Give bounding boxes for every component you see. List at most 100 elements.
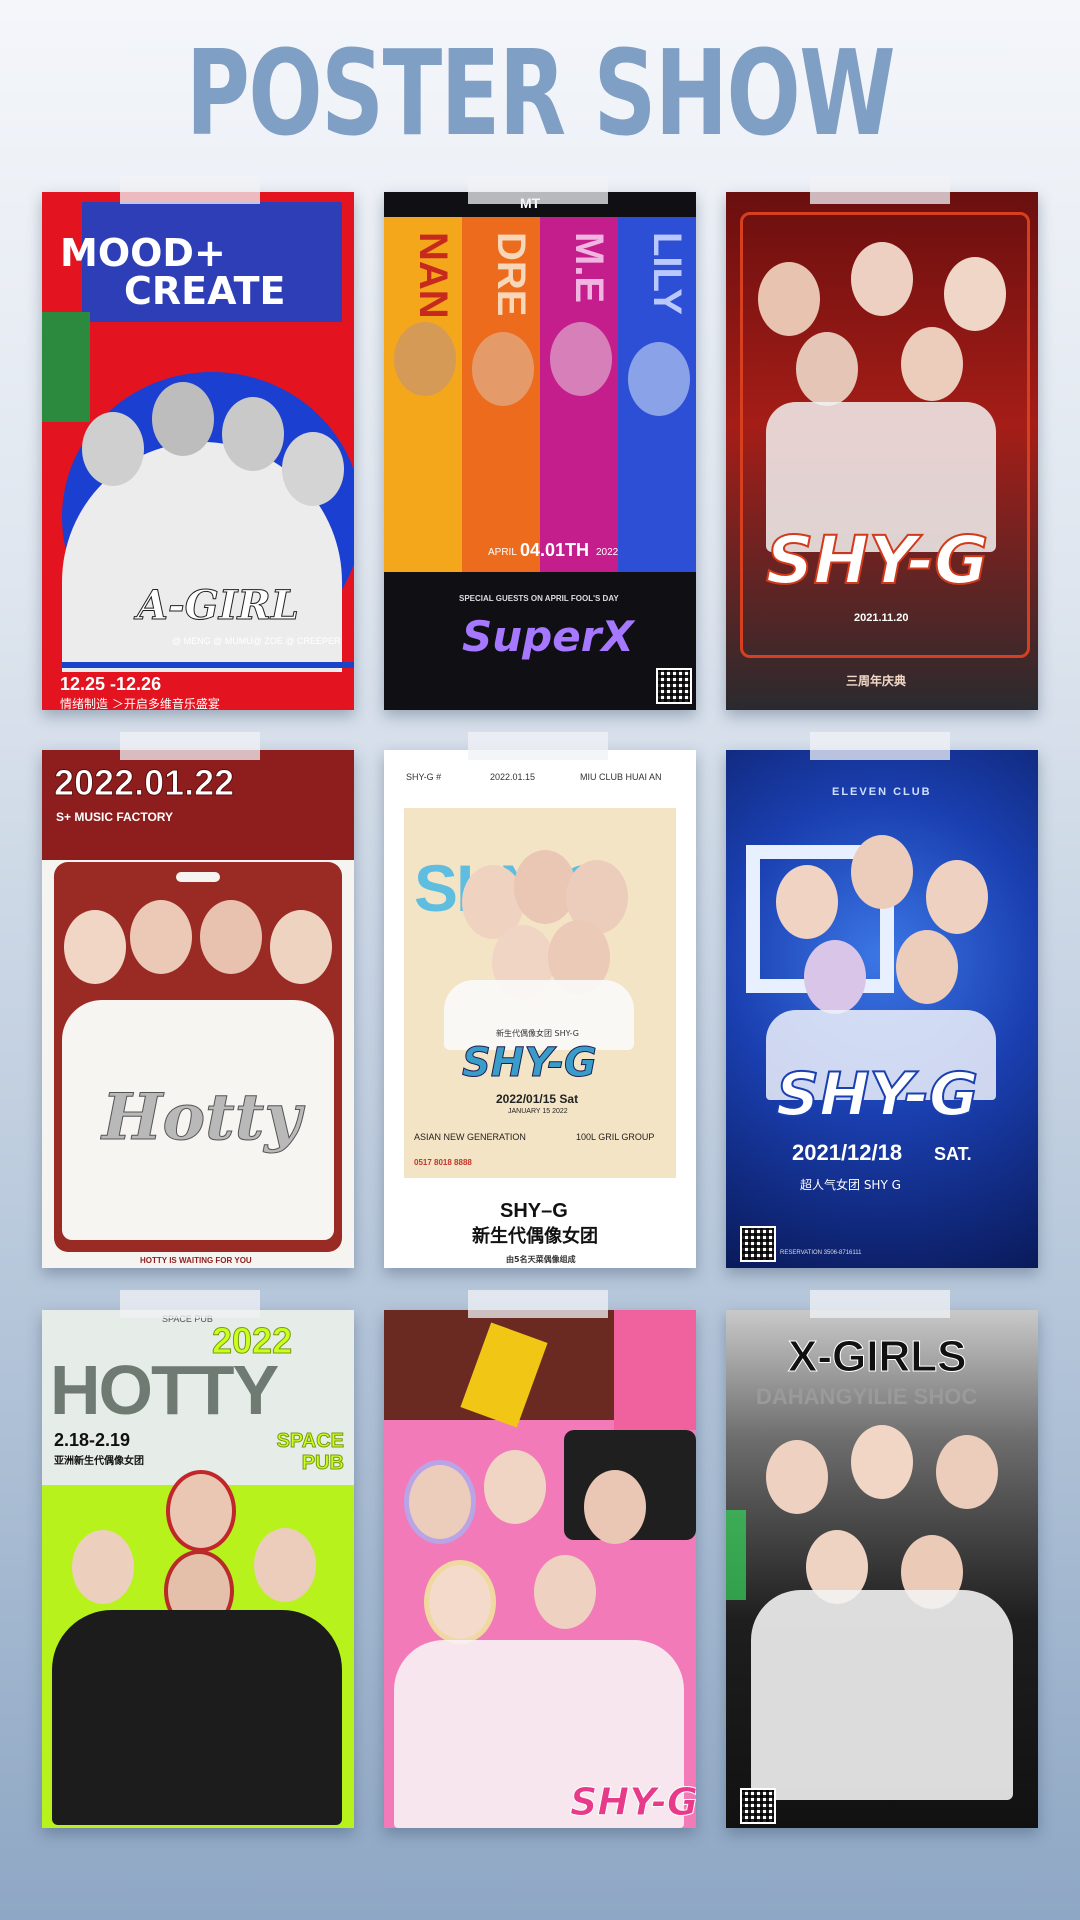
member-photo [804,940,866,1014]
member-photo [796,332,858,406]
poster-bar [62,662,354,668]
poster-shy-g-anniversary[interactable]: SHY-G 2021.11.20 三周年庆典 [726,192,1038,710]
member-photo [534,1555,596,1629]
poster-footer: HOTTY IS WAITING FOR YOU [140,1256,252,1265]
member-photo [766,1440,828,1514]
anniversary-caption: 三周年庆典 [846,674,907,688]
member-photo [152,382,214,456]
outfit-area [52,1610,342,1825]
poster-hotty-space-pub[interactable]: SPACE PUB 2022 HOTTY 2.18-2.19 亚洲新生代偶像女团… [42,1310,354,1828]
brand-logo: SHY-G [775,1059,979,1131]
poster-super-x[interactable]: MT NAN DRE M.E LILY APRIL 04.01TH 2022 S… [384,192,696,710]
member-photo [936,1435,998,1509]
page-title: POSTER SHOW [185,24,896,162]
member-photo [166,1470,236,1552]
brand-logo: X-GIRLS [787,1332,967,1382]
event-date-en: JANUARY 15 2022 [508,1108,568,1115]
member-photo [82,412,144,486]
poster-caption: 超人气女团 SHY G [800,1178,901,1192]
member-photo [851,835,913,909]
member-photo [394,322,456,396]
event-date: 2021/12/18 [792,1140,903,1165]
guests-line: SPECIAL GUESTS ON APRIL FOOL'S DAY [459,594,619,603]
member-photo [896,930,958,1004]
header-text: SHY-G # [406,772,442,782]
member-photo [851,242,913,316]
tape-decoration [468,732,608,760]
poster-hotty-music-factory[interactable]: 2022.01.22 S+ MUSIC FACTORY Hotty HOTTY … [42,750,354,1268]
member-photo [550,322,612,396]
poster-shy-g-eleven-club[interactable]: ELEVEN CLUB SHY-G 2021/12/18 SAT. 超人气女团 … [726,750,1038,1268]
club-name: ELEVEN CLUB [832,786,932,798]
info-line: 100L GRIL GROUP [576,1132,655,1142]
member-photo [776,865,838,939]
tape-decoration [120,732,260,760]
cn-subtitle: 亚洲新生代偶像女团 [54,1456,144,1467]
tape-decoration [468,1290,608,1318]
event-dates: 2.18-2.19 [54,1430,131,1450]
member-photo [222,397,284,471]
member-photo [200,900,262,974]
stripe-label: NAN [411,232,455,319]
qr-code-icon [740,1788,776,1824]
bottom-title: SHY–G [500,1200,568,1222]
info-line: ASIAN NEW GENERATION [414,1132,526,1142]
outfit-area [751,1590,1013,1800]
member-photo [758,262,820,336]
tape-decoration [810,1290,950,1318]
tape-decoration [810,176,950,204]
member-photo [926,860,988,934]
brand-logo: SHY-G [569,1780,696,1825]
brand-logo: SHY-G [462,1040,598,1087]
member-photo [270,910,332,984]
member-photo [628,342,690,416]
poster-headline: CREATE [124,269,286,313]
member-photo [72,1530,134,1604]
reservation-line: RESERVATION 3506-8716111 [780,1250,862,1256]
decor-shape [614,1310,696,1430]
brand-logo: SHY-G [765,521,989,600]
member-photo [472,332,534,406]
member-photo [484,1450,546,1524]
poster-shy-g-pink[interactable]: SHY-G [384,1310,696,1828]
bottom-subtitle: 新生代偶像女团 [472,1226,598,1247]
event-date: 2021.11.20 [854,612,909,624]
poster-dates: 12.25 -12.26 [60,674,162,694]
member-photo [944,257,1006,331]
poster-headline: HOTTY [50,1351,279,1429]
event-weekday: SAT. [934,1144,972,1164]
venue-label: S+ MUSIC FACTORY [56,810,174,824]
stripe-label: M.E [567,232,611,304]
poster-script: Hotty [101,1080,302,1156]
member-photo [424,1560,496,1644]
poster-tagline: 情绪制造 ＞开启多维音乐盛宴 [60,697,220,710]
member-photo [64,910,126,984]
member-photo [404,1460,476,1544]
tape-decoration [120,176,260,204]
poster-x-girls[interactable]: X-GIRLS DAHANGYILIE SHOC [726,1310,1038,1828]
header-text: MIU CLUB HUAI AN [580,772,662,782]
event-date: 04.01TH [520,540,590,560]
poster-shy-g-miu-club[interactable]: SHY-G # 2022.01.15 MIU CLUB HUAI AN SHY-… [384,750,696,1268]
poster-mood-create[interactable]: MOOD+ CREATE A-GIRL @ MENG @ MUMU@ ZOE @… [42,192,354,710]
poster-bg-shape [42,312,90,422]
tape-decoration [468,176,608,204]
member-photo [254,1528,316,1602]
brand-logo: SuperX [462,612,634,661]
event-date: 2022/01/15 Sat [496,1092,579,1106]
event-year: 2022 [596,547,619,558]
poster-subtitle: DAHANGYILIE SHOC [756,1384,978,1409]
member-photo [130,900,192,974]
stripe-label: LILY [645,232,689,315]
poster-members: @ MENG @ MUMU@ ZOE @ CREEPER [172,636,341,646]
event-date-prefix: APRIL [488,547,517,558]
neon-accent [726,1510,746,1600]
qr-code-icon [656,668,692,704]
header-text: 2022.01.15 [490,772,536,782]
member-photo [901,327,963,401]
cn-subtitle: 新生代偶像女团 SHY-G [496,1029,579,1038]
venue-label: SPACE PUB [276,1430,344,1475]
tape-decoration [120,1290,260,1318]
bottom-note: 由5名天菜偶像组成 [506,1255,576,1264]
stripe-label: DRE [489,232,533,317]
